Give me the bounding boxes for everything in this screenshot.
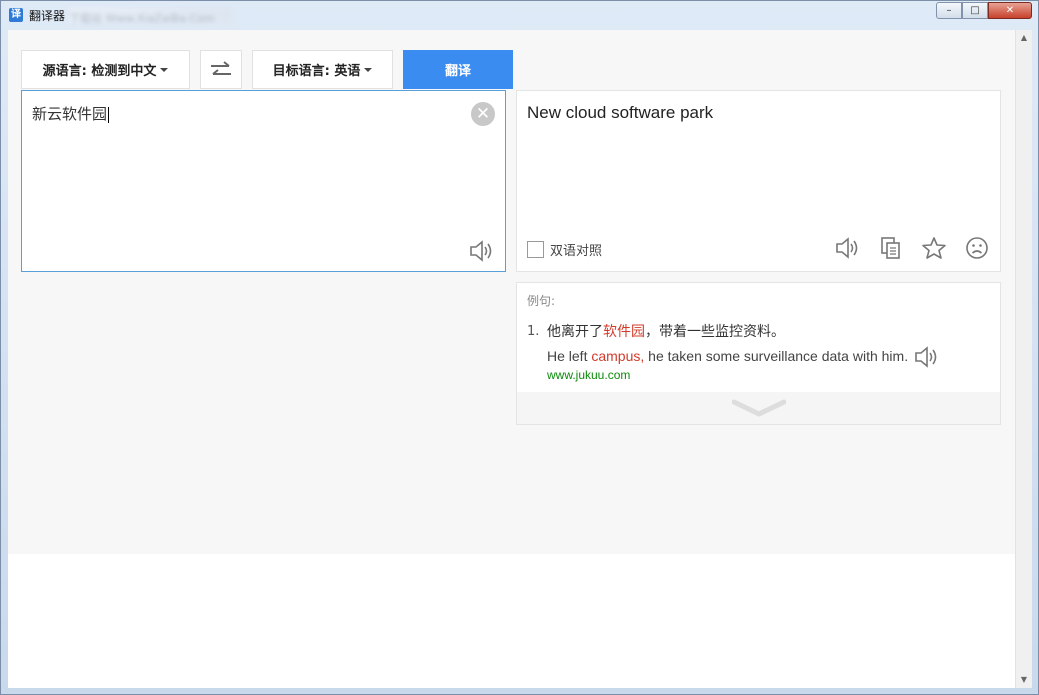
chevron-down-icon	[364, 67, 373, 72]
favorite-button[interactable]	[919, 235, 949, 261]
title-blurred-text: 下载站 Www.XiaZaiBa.Com	[69, 7, 233, 25]
example-number: 1.	[527, 324, 540, 339]
feedback-button[interactable]	[962, 235, 992, 261]
example-english: He left campus, he taken some surveillan…	[547, 348, 909, 364]
chevron-down-icon	[731, 399, 786, 417]
speaker-icon	[836, 237, 858, 259]
expand-examples-button[interactable]	[517, 392, 1000, 424]
bilingual-toggle[interactable]: 双语对照	[527, 240, 602, 259]
minimize-button[interactable]: –	[936, 2, 962, 19]
window-controls: – □ ✕	[936, 2, 1032, 20]
speaker-icon[interactable]	[913, 345, 941, 369]
translation-result: New cloud software park	[527, 103, 714, 122]
source-text-area[interactable]: 新云软件园 ✕	[21, 90, 506, 272]
copy-button[interactable]	[876, 235, 906, 261]
client-area: 源语言: 检测到中文 目标语言: 英语 翻译 新云软件园 ✕ New cloud…	[8, 30, 1015, 688]
result-panel: New cloud software park 双语对照	[516, 90, 1001, 272]
example-highlight: campus,	[591, 348, 645, 364]
translate-button[interactable]: 翻译	[403, 50, 513, 89]
bilingual-checkbox[interactable]	[527, 241, 544, 258]
swap-icon	[211, 60, 231, 75]
speaker-icon[interactable]	[469, 239, 495, 263]
examples-panel: 例句: 1. 他离开了软件园，带着一些监控资料。 He left campus,…	[516, 282, 1001, 425]
sad-face-icon	[966, 237, 988, 259]
target-language-dropdown[interactable]: 目标语言: 英语	[252, 50, 393, 89]
scroll-up-icon[interactable]: ▲	[1016, 30, 1032, 46]
scroll-down-icon[interactable]: ▼	[1016, 672, 1032, 688]
example-highlight: 软件园	[603, 324, 645, 340]
source-language-dropdown[interactable]: 源语言: 检测到中文	[21, 50, 190, 89]
maximize-button[interactable]: □	[962, 2, 988, 19]
copy-icon	[881, 237, 900, 259]
text-cursor	[108, 106, 110, 123]
source-text-input[interactable]: 新云软件园	[32, 103, 110, 124]
app-icon: 译	[9, 8, 23, 22]
target-language-label: 目标语言: 英语	[272, 64, 361, 79]
star-icon	[922, 237, 946, 259]
example-source-link[interactable]: www.jukuu.com	[547, 368, 630, 382]
chevron-down-icon	[160, 67, 169, 72]
source-language-label: 源语言: 检测到中文	[42, 64, 157, 79]
examples-label: 例句:	[527, 294, 556, 308]
clear-icon[interactable]: ✕	[471, 102, 495, 126]
close-button[interactable]: ✕	[988, 2, 1032, 19]
result-speaker-button[interactable]	[833, 235, 863, 261]
vertical-scrollbar[interactable]: ▲ ▼	[1015, 30, 1032, 688]
window-title: 翻译器	[29, 9, 66, 23]
example-chinese: 他离开了软件园，带着一些监控资料。	[547, 324, 785, 340]
bilingual-label: 双语对照	[550, 244, 603, 259]
title-bar[interactable]: 译 翻译器 下载站 Www.XiaZaiBa.Com – □ ✕	[1, 1, 1038, 29]
result-toolbar	[820, 235, 992, 261]
swap-languages-button[interactable]	[200, 50, 242, 89]
